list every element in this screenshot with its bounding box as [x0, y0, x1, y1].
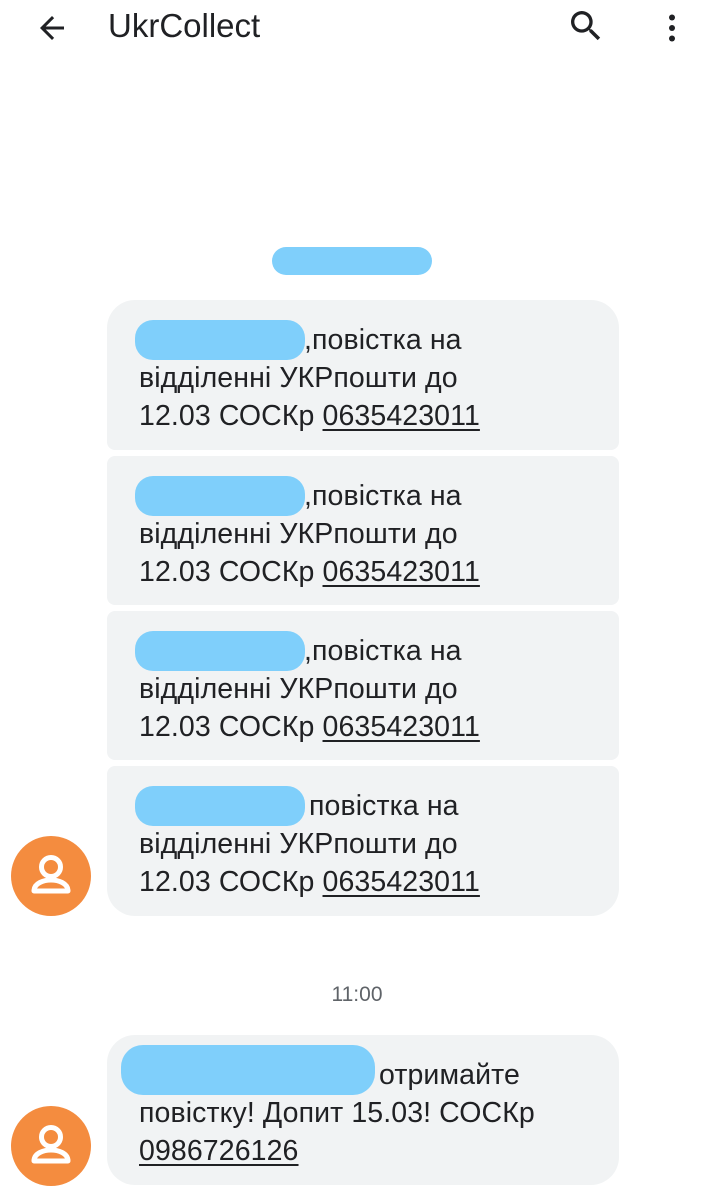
- message-text: повістка на відділенні УКРпошти до 12.03…: [139, 787, 599, 901]
- message-line: отримайте: [379, 1059, 520, 1091]
- message-text: отримайте повістку! Допит 15.03! СОСКр 0…: [139, 1056, 599, 1170]
- message-line: ,повістка на: [304, 480, 462, 512]
- message-line: відділенні УКРпошти до: [139, 673, 458, 705]
- message-line: ,повістка на: [304, 635, 462, 667]
- message-line: ,повістка на: [304, 324, 462, 356]
- message-bubble[interactable]: отримайте повістку! Допит 15.03! СОСКр 0…: [107, 1035, 619, 1185]
- message-line: повістка на: [309, 790, 459, 822]
- person-icon: [31, 1125, 71, 1164]
- message-line: 12.03 СОСКр: [139, 556, 323, 588]
- message-line: 12.03 СОСКр: [139, 400, 323, 432]
- message-line: повістку! Допит 15.03! СОСКр: [139, 1097, 535, 1129]
- message-bubble[interactable]: ,повістка на відділенні УКРпошти до 12.0…: [107, 456, 619, 605]
- phone-link[interactable]: 0635423011: [323, 556, 480, 588]
- message-text: ,повістка на відділенні УКРпошти до 12.0…: [139, 321, 599, 435]
- more-options-button[interactable]: [650, 4, 694, 52]
- person-icon: [31, 855, 71, 894]
- app-bar: UkrCollect: [0, 0, 714, 56]
- conversation-title: UkrCollect: [108, 7, 261, 44]
- search-icon: [571, 11, 601, 41]
- phone-link[interactable]: 0635423011: [323, 711, 480, 743]
- more-vert-icon: [669, 14, 675, 42]
- message-text: ,повістка на відділенні УКРпошти до 12.0…: [139, 632, 599, 746]
- sender-avatar[interactable]: [11, 1106, 91, 1186]
- phone-link[interactable]: 0635423011: [323, 866, 480, 898]
- message-bubble[interactable]: ,повістка на відділенні УКРпошти до 12.0…: [107, 300, 619, 450]
- back-button[interactable]: [30, 6, 74, 50]
- message-line: 12.03 СОСКр: [139, 711, 323, 743]
- message-text: ,повістка на відділенні УКРпошти до 12.0…: [139, 477, 599, 591]
- search-button[interactable]: [562, 2, 610, 50]
- phone-link[interactable]: 0635423011: [323, 400, 480, 432]
- arrow-back-icon: [40, 16, 64, 40]
- message-bubble[interactable]: ,повістка на відділенні УКРпошти до 12.0…: [107, 611, 619, 760]
- phone-link[interactable]: 0986726126: [139, 1135, 299, 1167]
- timestamp: 11:00: [331, 983, 383, 1006]
- message-bubble[interactable]: повістка на відділенні УКРпошти до 12.03…: [107, 766, 619, 916]
- sender-avatar[interactable]: [11, 836, 91, 916]
- message-line: відділенні УКРпошти до: [139, 828, 458, 860]
- message-line: 12.03 СОСКр: [139, 866, 323, 898]
- message-line: відділенні УКРпошти до: [139, 518, 458, 550]
- message-line: відділенні УКРпошти до: [139, 362, 458, 394]
- redacted-date: [272, 247, 432, 275]
